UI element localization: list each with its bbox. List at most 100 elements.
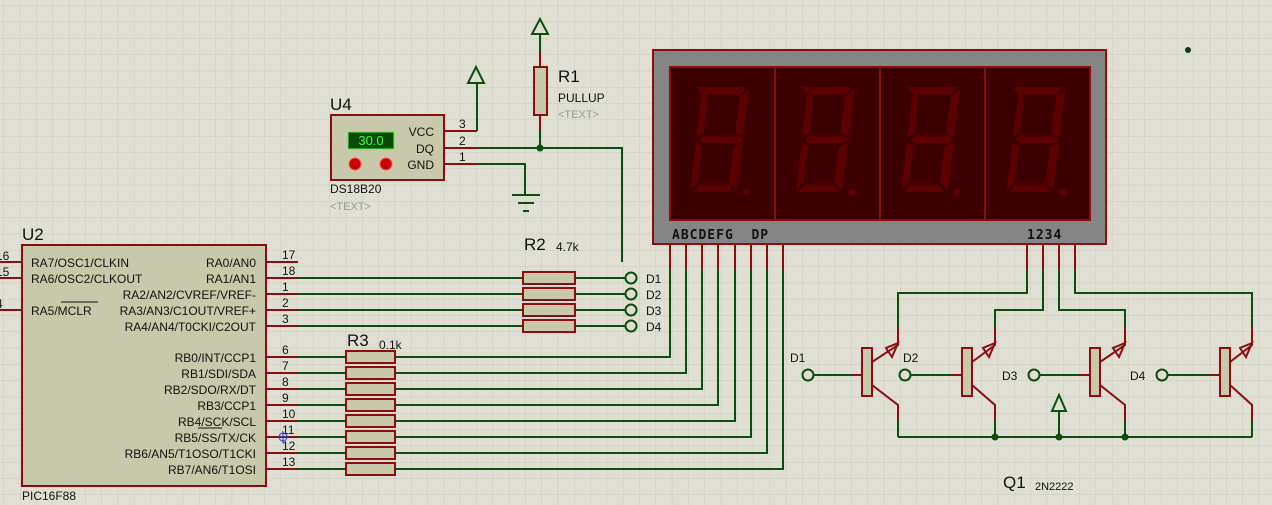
r3-resistor[interactable] [345, 382, 396, 396]
u4-pin-name: GND [407, 158, 434, 172]
u2-pin-number: 1 [282, 280, 289, 294]
u2-pin-number: 4 [0, 297, 3, 311]
segment-dp [847, 188, 856, 196]
r3-ref: R3 [347, 331, 369, 350]
u2-pic16f88[interactable]: U2 PIC16F88 16RA7/OSC1/CLKIN15RA6/OSC2/C… [0, 225, 298, 503]
u4-reading: 30.0 [358, 133, 383, 148]
u2-pin-number: 16 [0, 249, 10, 263]
u2-pin-name: RB5/SS/TX/CK [175, 431, 256, 445]
u4-pin-name: DQ [416, 142, 434, 156]
u2-pin-number: 15 [0, 265, 10, 279]
segment-g [1016, 135, 1060, 144]
q1-part: 2N2222 [1035, 481, 1074, 493]
r2-value: 4.7k [556, 240, 580, 254]
u2-pin-number: 13 [282, 455, 296, 469]
u2-pin-name: RB7/AN6/T1OSI [168, 463, 256, 477]
schematic-canvas[interactable]: 30.0 ↑ ↓ U4 DS18B20 <TEXT> 3 VCC 2 DQ 1 GND R… [0, 0, 1272, 505]
terminal-label: D2 [646, 288, 662, 302]
r3-resistor[interactable] [345, 398, 396, 412]
u2-pin-number: 6 [282, 343, 289, 357]
segment-d [1009, 184, 1051, 192]
u2-pin-number: 11 [282, 423, 295, 437]
u4-pin-number: 3 [459, 117, 466, 131]
r3-resistor[interactable] [345, 430, 396, 444]
u2-pin-name: RB2/SDO/RX/DT [164, 383, 257, 397]
u2-pin-number: 2 [282, 296, 289, 310]
segment-d [693, 184, 734, 192]
q1-ref: Q1 [1003, 473, 1026, 492]
u2-pin-number: 8 [282, 375, 289, 389]
u4-pin-number: 2 [459, 134, 466, 148]
u2-pin-name: RA5/MCLR [31, 304, 92, 318]
arrow-up-icon: ↑ [353, 160, 358, 170]
u4-ref: U4 [330, 95, 352, 114]
u2-pin-number: 17 [282, 248, 296, 262]
q1-transistor[interactable] [961, 347, 973, 397]
u2-pin-number: 10 [282, 407, 296, 421]
r2-resistor[interactable] [522, 287, 576, 301]
segment-pin-label: ABCDEFG DP [672, 228, 769, 243]
segment-g [910, 135, 954, 144]
r3-resistor[interactable] [345, 462, 396, 476]
u2-pin-number: 9 [282, 391, 289, 405]
terminal-label: D3 [646, 304, 662, 318]
u4-part: DS18B20 [330, 182, 382, 196]
arrow-down-icon: ↓ [384, 160, 389, 170]
u2-part: PIC16F88 [22, 489, 76, 503]
u2-pin-name: RB4/SCK/SCL [178, 415, 256, 429]
u2-pin-name: RA0/AN0 [206, 256, 256, 270]
u2-pin-name: RA2/AN2/CVREF/VREF- [123, 288, 256, 302]
u2-pin-number: 3 [282, 312, 289, 326]
base-terminal-label: D4 [1130, 369, 1146, 383]
u2-pin-name: RA7/OSC1/CLKIN [31, 256, 129, 270]
digit-pin-label: 1234 [1027, 228, 1062, 243]
u2-pin-name: RB0/INT/CCP1 [175, 351, 257, 365]
q1-transistor[interactable] [1219, 347, 1231, 397]
r1-ref: R1 [558, 67, 580, 86]
u2-pin-name: RA3/AN3/C1OUT/VREF+ [120, 304, 256, 318]
u2-pin-name: RB6/AN5/T1OSO/T1CKI [125, 447, 256, 461]
base-terminal-label: D3 [1002, 369, 1018, 383]
r3-resistor[interactable] [345, 350, 396, 364]
schematic[interactable]: 30.0 ↑ ↓ U4 DS18B20 <TEXT> 3 VCC 2 DQ 1 GND R… [0, 0, 1272, 505]
r1-value: PULLUP [558, 91, 605, 105]
terminal-label: D4 [646, 320, 662, 334]
origin-marker [1185, 47, 1191, 53]
r2-resistor[interactable] [522, 271, 576, 285]
r1-body[interactable] [533, 66, 548, 116]
r3-value: 0.1k [379, 338, 403, 352]
r2-resistor[interactable] [522, 303, 576, 317]
u2-pin-name: RA1/AN1 [206, 272, 256, 286]
u2-pin-name: RA4/AN4/T0CKI/C2OUT [125, 320, 257, 334]
base-terminal-label: D1 [790, 351, 806, 365]
u4-pin-number: 1 [459, 150, 466, 164]
u4-pin-name: VCC [409, 125, 435, 139]
r2-ref: R2 [524, 235, 546, 254]
u2-pin-name: RB3/CCP1 [197, 399, 256, 413]
u2-pin-number: 7 [282, 359, 289, 373]
u2-pin-name: RB1/SDI/SDA [181, 367, 256, 381]
segment-dp [952, 188, 962, 196]
u2-pin-number: 18 [282, 264, 296, 278]
r3-resistor[interactable] [345, 366, 396, 380]
r1-text: <TEXT> [558, 109, 599, 121]
r2-resistor[interactable] [522, 319, 576, 333]
junction-dot [1121, 433, 1129, 441]
u2-ref: U2 [22, 225, 44, 244]
terminal-label: D1 [646, 272, 662, 286]
segment-d [798, 184, 840, 192]
u4-text: <TEXT> [330, 201, 371, 213]
segment-g [805, 135, 849, 144]
junction-dot [536, 144, 544, 152]
q1-transistor[interactable] [1089, 347, 1101, 397]
r3-resistor[interactable] [345, 446, 396, 460]
segment-d [904, 184, 945, 192]
r3-resistor[interactable] [345, 414, 396, 428]
q1-transistor[interactable] [861, 347, 873, 397]
base-terminal-label: D2 [903, 351, 919, 365]
junction-dot [991, 433, 999, 441]
u2-pin-name: RA6/OSC2/CLKOUT [31, 272, 143, 286]
junction-dot [1055, 433, 1063, 441]
segment-dp [741, 188, 751, 196]
seven-segment-display[interactable]: ABCDEFG DP 1234 [652, 49, 1107, 245]
